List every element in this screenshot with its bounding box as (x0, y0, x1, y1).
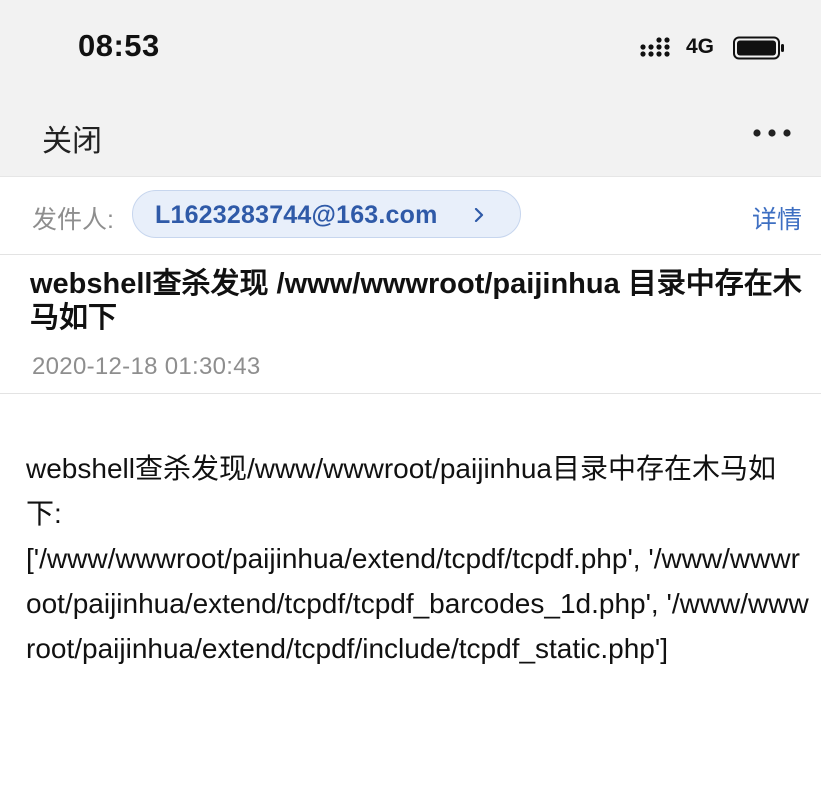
sender-label: 发件人: (32, 206, 114, 234)
battery-icon (733, 36, 784, 60)
status-bar: 08:53 4G (0, 0, 821, 90)
cellular-signal-icon (640, 37, 670, 57)
sender-email: L1623283744@163.com (155, 201, 438, 229)
subject-block: webshell查杀发现 /www/wwwroot/paijinhua 目录中存… (0, 255, 821, 394)
sender-row: 发件人: L1623283744@163.com 详情 (0, 176, 821, 255)
email-date: 2020-12-18 01:30:43 (32, 353, 261, 380)
close-button[interactable]: 关闭 (42, 116, 102, 160)
more-horizontal-icon[interactable] (752, 118, 792, 148)
status-time: 08:53 (78, 28, 160, 63)
email-body: webshell查杀发现/www/wwwroot/paijinhua目录中存在木… (26, 453, 809, 664)
chevron-right-icon (474, 208, 484, 222)
sender-chip[interactable]: L1623283744@163.com (132, 190, 521, 238)
nav-bar: 关闭 (0, 90, 821, 177)
email-subject: webshell查杀发现 /www/wwwroot/paijinhua 目录中存… (30, 268, 802, 334)
details-link[interactable]: 详情 (752, 200, 802, 236)
network-type: 4G (686, 35, 715, 58)
